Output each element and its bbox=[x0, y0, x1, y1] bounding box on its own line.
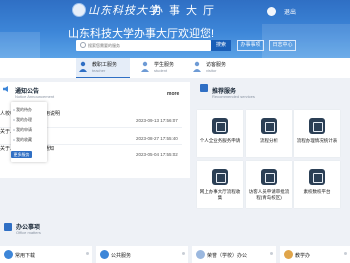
university-seal-icon bbox=[72, 3, 86, 17]
menu-item[interactable]: 我的收藏 bbox=[16, 137, 32, 143]
service-label: 流程分析 bbox=[260, 138, 278, 143]
service-card[interactable]: 网上办事大厅流程收集 bbox=[197, 161, 243, 208]
bottom-service-label: 荣誉（学校）办公 bbox=[207, 253, 248, 259]
office-service-icon bbox=[196, 250, 205, 259]
service-card[interactable]: 流程分析 bbox=[246, 110, 292, 157]
service-label: 网上办事大厅流程收集 bbox=[199, 189, 241, 200]
bullet-icon bbox=[13, 129, 15, 131]
service-icon bbox=[309, 169, 325, 185]
service-items-button[interactable]: 办事事项 bbox=[237, 40, 264, 51]
service-card[interactable]: 流程办理情况统计表 bbox=[294, 110, 340, 157]
tab-visitor[interactable]: 访客服务 visitor bbox=[190, 58, 244, 78]
tab-label: 教职工服务 bbox=[92, 62, 118, 68]
teaching-office-icon bbox=[284, 250, 293, 259]
bottom-service-label: 教学办 bbox=[295, 253, 311, 259]
banner-building-illustration bbox=[0, 32, 40, 58]
recommend-icon bbox=[200, 84, 208, 92]
header-banner: 山东科技大学 办事大厅 退出 山东科技大学办事大厅欢迎您! 搜索 办事事项 日志… bbox=[0, 0, 350, 58]
bottom-service-label: 常用下载 bbox=[15, 253, 36, 259]
more-services-button[interactable]: 更多服务 bbox=[11, 151, 32, 158]
log-center-button[interactable]: 日志中心 bbox=[269, 40, 296, 51]
bullet-icon bbox=[13, 109, 15, 111]
notice-item-date: 2023-09-13 17:56:07 bbox=[136, 118, 178, 123]
pin-icon[interactable] bbox=[270, 252, 273, 255]
menu-item[interactable]: 我的办理 bbox=[16, 117, 32, 123]
bottom-service-card[interactable]: 常用下载 bbox=[0, 246, 92, 263]
tab-student[interactable]: 学生服务 student bbox=[138, 58, 192, 78]
avatar[interactable] bbox=[267, 7, 276, 16]
bullet-icon bbox=[13, 119, 15, 121]
office-icon bbox=[4, 223, 12, 231]
service-icon bbox=[261, 118, 277, 134]
service-label: 访客人员申请审批流程(青岛校区) bbox=[248, 189, 290, 200]
search-input[interactable] bbox=[88, 40, 208, 51]
bottom-service-label: 公共服务 bbox=[111, 253, 132, 259]
visitor-icon bbox=[193, 61, 201, 72]
pin-icon[interactable] bbox=[86, 252, 89, 255]
search-box[interactable] bbox=[76, 40, 211, 51]
service-icon bbox=[212, 118, 228, 134]
tab-label: 访客服务 bbox=[206, 62, 227, 68]
service-tabs: 教职工服务 teacher 学生服务 student 访客服务 visitor bbox=[0, 58, 350, 78]
download-icon bbox=[4, 250, 13, 259]
service-icon bbox=[212, 169, 228, 185]
hero-title: 山东科技大学办事大厅欢迎您! bbox=[68, 28, 215, 40]
student-icon bbox=[141, 61, 149, 72]
tab-label: 学生服务 bbox=[154, 62, 175, 68]
logo-subtitle: 办事大厅 bbox=[152, 4, 220, 17]
tab-teacher[interactable]: 教职工服务 teacher bbox=[76, 58, 130, 78]
notice-item-date: 2023-05-04 17:55:02 bbox=[136, 152, 178, 157]
tab-sublabel: student bbox=[154, 68, 168, 73]
logout-link[interactable]: 退出 bbox=[284, 7, 296, 16]
service-label: 素校数校平台 bbox=[303, 189, 331, 194]
pin-icon[interactable] bbox=[344, 252, 347, 255]
menu-item[interactable]: 我的申请 bbox=[16, 127, 32, 133]
service-card[interactable]: 个人全业务服务申请 bbox=[197, 110, 243, 157]
search-button[interactable]: 搜索 bbox=[211, 40, 231, 51]
notice-item-date: 2023-08-27 17:55:40 bbox=[136, 136, 178, 141]
service-icon bbox=[309, 118, 325, 134]
tab-sublabel: visitor bbox=[206, 68, 217, 73]
office-subtitle: Office matters bbox=[16, 230, 41, 235]
bottom-service-card[interactable]: 教学办 bbox=[280, 246, 350, 263]
bottom-service-card[interactable]: 公共服务 bbox=[96, 246, 188, 263]
tab-sublabel: teacher bbox=[92, 68, 106, 73]
service-label: 个人全业务服务申请 bbox=[199, 138, 241, 143]
bullet-icon bbox=[13, 139, 15, 141]
notice-subtitle: Notice Announcement bbox=[15, 94, 55, 99]
service-card[interactable]: 素校数校平台 bbox=[294, 161, 340, 208]
teacher-icon bbox=[79, 61, 87, 72]
public-service-icon bbox=[100, 250, 109, 259]
menu-item[interactable]: 我的待办 bbox=[16, 107, 32, 113]
search-icon bbox=[80, 42, 86, 48]
pin-icon[interactable] bbox=[182, 252, 185, 255]
service-card[interactable]: 访客人员申请审批流程(青岛校区) bbox=[246, 161, 292, 208]
logo-text: 山东科技大学 bbox=[88, 4, 160, 17]
service-icon bbox=[261, 169, 277, 185]
service-label: 流程办理情况统计表 bbox=[296, 138, 338, 143]
recommend-subtitle: Recommended services bbox=[212, 94, 255, 99]
more-link[interactable]: more bbox=[167, 91, 179, 97]
bottom-service-card[interactable]: 荣誉（学校）办公 bbox=[192, 246, 276, 263]
